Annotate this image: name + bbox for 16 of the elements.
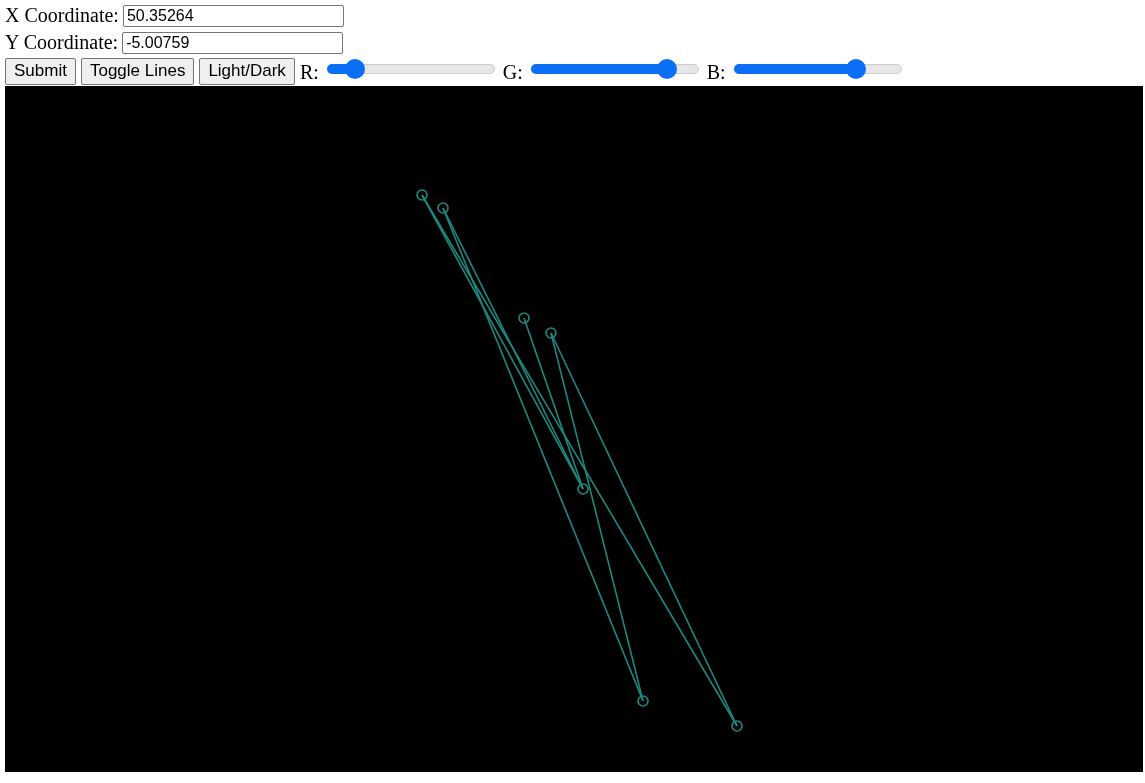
- coordinate-input[interactable]: -5.00759: [122, 31, 344, 54]
- slider-label: R:: [299, 60, 319, 84]
- action-button[interactable]: Submit: [5, 57, 76, 85]
- slider-thumb[interactable]: [345, 58, 366, 79]
- field-label: X Coordinate:: [5, 4, 119, 27]
- slider-thumb[interactable]: [846, 58, 867, 79]
- action-button[interactable]: Toggle Lines: [80, 57, 195, 85]
- slider-thumb[interactable]: [656, 58, 677, 79]
- slider-label: B:: [706, 60, 726, 84]
- field-label: Y Coordinate:: [5, 31, 119, 54]
- action-button[interactable]: Light/Dark: [199, 57, 295, 85]
- color-slider[interactable]: [326, 58, 495, 79]
- slider-label: G:: [502, 60, 523, 84]
- color-slider[interactable]: [530, 58, 699, 79]
- color-slider[interactable]: [733, 58, 902, 79]
- coordinate-input[interactable]: 50.35264: [122, 4, 344, 27]
